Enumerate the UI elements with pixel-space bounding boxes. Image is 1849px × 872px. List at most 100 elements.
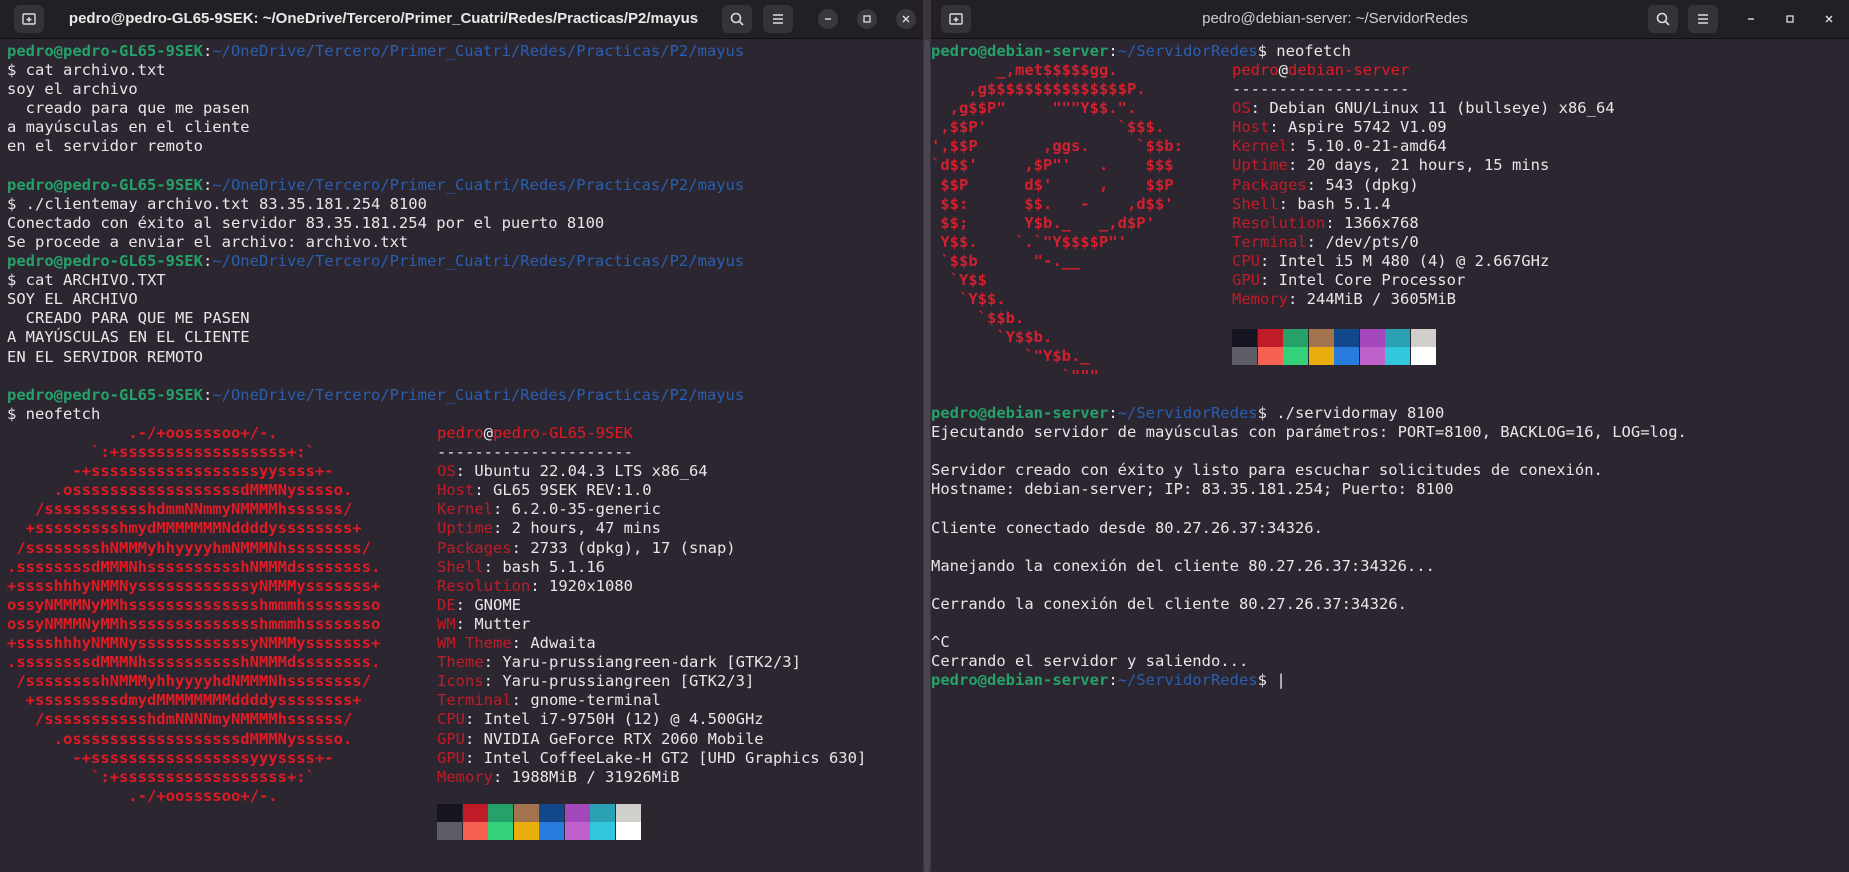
terminal-output[interactable]: pedro@debian-server:~/ServidorRedes$ neo… bbox=[931, 42, 1351, 61]
scrollbar[interactable] bbox=[924, 40, 930, 872]
info-key: OS bbox=[437, 462, 456, 481]
search-button[interactable] bbox=[722, 5, 752, 33]
ascii-art-line: ossyNMMMNyMMhsssssssssssssshmmmhssssssso bbox=[7, 595, 381, 614]
info-row: Packages: 543 (dpkg) bbox=[1232, 176, 1615, 195]
color-swatch bbox=[615, 822, 641, 840]
maximize-button[interactable] bbox=[1780, 9, 1800, 29]
new-tab-button[interactable] bbox=[14, 5, 44, 33]
prompt-line: pedro@debian-server:~/ServidorRedes$ neo… bbox=[931, 42, 1351, 61]
info-value: Ubuntu 22.04.3 LTS x86_64 bbox=[474, 462, 708, 481]
info-row: OS: Ubuntu 22.04.3 LTS x86_64 bbox=[437, 462, 866, 481]
close-button[interactable] bbox=[896, 9, 916, 29]
neofetch-separator: --------------------- bbox=[437, 443, 633, 462]
color-swatch bbox=[564, 822, 590, 840]
output-line: soy el archivo bbox=[7, 80, 138, 99]
color-swatch bbox=[1257, 347, 1283, 365]
ascii-art-line: +sssssssssdmydMMMMMMMMddddyssssssss+ bbox=[7, 691, 362, 710]
hamburger-menu-icon bbox=[773, 14, 783, 24]
color-swatch bbox=[1232, 347, 1257, 365]
neofetch-host: debian-server bbox=[1288, 61, 1410, 79]
ascii-art-line: .-/+oossssoo+/-. bbox=[7, 786, 278, 805]
ascii-art-line: ,$$P' `$$$. bbox=[931, 118, 1165, 137]
new-tab-button[interactable] bbox=[941, 5, 971, 33]
ascii-art-line: ',$$P ,ggs. `$$b: bbox=[931, 137, 1183, 156]
info-key: Packages bbox=[437, 538, 512, 557]
prompt-colon: : bbox=[202, 42, 213, 60]
ascii-art-line: +ssssssssshmydMMMMMMMNddddyssssssss+ bbox=[7, 519, 362, 538]
prompt-path: ~/OneDrive/Tercero/Primer_Cuatri/Redes/P… bbox=[212, 175, 745, 194]
info-value: Intel CoffeeLake-H GT2 [UHD Graphics 630… bbox=[483, 748, 867, 767]
color-swatch bbox=[437, 822, 462, 840]
info-value: 5.10.0-21-amd64 bbox=[1306, 137, 1447, 156]
info-key: Uptime bbox=[437, 519, 493, 538]
command-text: $ bbox=[1257, 671, 1277, 690]
info-row: WM Theme: Adwaita bbox=[437, 634, 866, 653]
color-swatch bbox=[1410, 347, 1436, 365]
info-key: Memory bbox=[437, 767, 493, 786]
color-swatch bbox=[590, 804, 615, 822]
server-output[interactable]: pedro@debian-server:~/ServidorRedes$ ./s… bbox=[931, 404, 1687, 690]
menu-button[interactable] bbox=[1688, 5, 1718, 33]
info-colon: : bbox=[1250, 99, 1270, 118]
color-swatch bbox=[462, 804, 488, 822]
color-swatch bbox=[1283, 347, 1308, 365]
prompt-line: pedro@pedro-GL65-9SEK:~/OneDrive/Tercero… bbox=[7, 252, 744, 271]
maximize-button[interactable] bbox=[857, 9, 877, 29]
color-swatch bbox=[1232, 329, 1257, 347]
ascii-art-line: .ssssssssdMMMNhsssssssssshNMMMdssssssss. bbox=[7, 557, 381, 576]
output-line: Hostname: debian-server; IP: 83.35.181.2… bbox=[931, 480, 1454, 499]
prompt-line: pedro@pedro-GL65-9SEK:~/OneDrive/Tercero… bbox=[7, 386, 744, 405]
minimize-button[interactable] bbox=[818, 9, 838, 29]
color-swatch bbox=[1385, 347, 1410, 365]
prompt-colon: : bbox=[1108, 404, 1118, 422]
menu-button[interactable] bbox=[763, 5, 793, 33]
ascii-art-line: `:+ssssssssssssssssss+:` bbox=[7, 443, 315, 462]
prompt-user: pedro@pedro-GL65-9SEK bbox=[7, 252, 203, 271]
info-value: Intel Core Processor bbox=[1278, 271, 1466, 290]
minimize-button[interactable] bbox=[1741, 9, 1761, 29]
new-tab-icon bbox=[949, 13, 963, 25]
ascii-art-line: +sssshhhyNMMNyssssssssssssyNMMMysssssss+ bbox=[7, 634, 381, 653]
hamburger-menu-icon bbox=[1698, 14, 1708, 24]
info-row: Icons: Yaru-prussiangreen [GTK2/3] bbox=[437, 672, 866, 691]
info-value: gnome-terminal bbox=[530, 691, 661, 710]
terminal-window-server[interactable]: pedro@debian-server: ~/ServidorRedes ped… bbox=[931, 0, 1849, 872]
info-value: 6.2.0-35-generic bbox=[511, 500, 661, 519]
info-colon: : bbox=[455, 595, 475, 614]
info-key: Kernel bbox=[1232, 137, 1288, 156]
color-swatch bbox=[615, 804, 641, 822]
output-line: SOY EL ARCHIVO bbox=[7, 290, 138, 309]
color-swatch bbox=[1359, 329, 1385, 347]
info-colon: : bbox=[1325, 213, 1344, 232]
info-colon: : bbox=[465, 710, 484, 729]
info-key: DE bbox=[437, 595, 456, 614]
cursor: | bbox=[1276, 671, 1286, 690]
info-row: Terminal: gnome-terminal bbox=[437, 691, 866, 710]
ascii-art-line: ,g$$$$$$$$$$$$$$$P. bbox=[931, 80, 1146, 99]
color-swatch bbox=[590, 822, 615, 840]
info-row: Shell: bash 5.1.4 bbox=[1232, 195, 1615, 214]
info-key: CPU bbox=[437, 710, 465, 729]
prompt-line: pedro@pedro-GL65-9SEK:~/OneDrive/Tercero… bbox=[7, 176, 744, 195]
close-button[interactable] bbox=[1819, 9, 1839, 29]
window-title: pedro@debian-server: ~/ServidorRedes bbox=[1202, 10, 1468, 27]
ascii-art-line: `Y$$b. bbox=[931, 328, 1053, 347]
ascii-art-line: /ssssssssssshdmNNNNmyNMMMMhssssss/ bbox=[7, 710, 353, 729]
output-line: a mayúsculas en el cliente bbox=[7, 118, 250, 137]
output-line: ^C bbox=[931, 633, 950, 652]
info-colon: : bbox=[1288, 290, 1307, 309]
prompt-line: pedro@debian-server:~/ServidorRedes$ ./s… bbox=[931, 404, 1687, 423]
color-swatch bbox=[539, 822, 564, 840]
ascii-art-line: $$: $$. - ,d$$' bbox=[931, 194, 1174, 213]
info-key: Terminal bbox=[1232, 232, 1307, 251]
terminal-window-client[interactable]: pedro@pedro-GL65-9SEK: ~/OneDrive/Tercer… bbox=[0, 0, 923, 872]
info-value: Intel i7-9750H (12) @ 4.500GHz bbox=[483, 710, 764, 729]
output-line: Servidor creado con éxito y listo para e… bbox=[931, 461, 1603, 480]
terminal-output[interactable]: pedro@pedro-GL65-9SEK: ~/OneDrive/Tercero… bbox=[7, 42, 744, 424]
search-button[interactable] bbox=[1648, 5, 1678, 33]
